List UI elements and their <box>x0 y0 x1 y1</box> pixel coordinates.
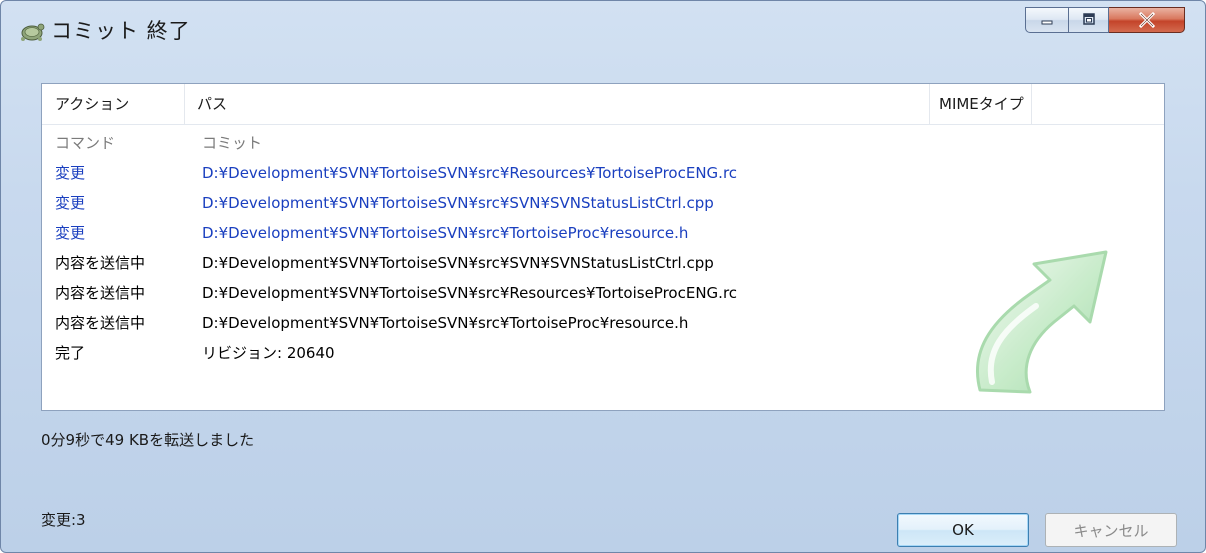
row-action: 内容を送信中 <box>55 314 146 332</box>
commit-arrow-icon <box>950 182 1125 397</box>
changes-count: 変更:3 <box>41 511 86 529</box>
column-header-action[interactable]: アクション <box>42 84 185 124</box>
row-path: コミット <box>202 134 263 152</box>
column-header-mime-type[interactable]: MIMEタイプ <box>930 84 1032 124</box>
row-action: 変更 <box>55 194 86 212</box>
caption-buttons <box>1025 7 1185 39</box>
row-path: リビジョン: 20640 <box>202 344 335 362</box>
maximize-button[interactable] <box>1069 7 1109 33</box>
list-row[interactable]: コマンド コミット <box>42 128 1164 158</box>
minimize-button[interactable] <box>1025 7 1069 33</box>
close-icon <box>1138 12 1156 28</box>
commit-results-list[interactable]: アクション パス MIMEタイプ コマンド コミット 変更 D:¥Develop… <box>41 83 1165 411</box>
row-path: D:¥Development¥SVN¥TortoiseSVN¥src¥Torto… <box>202 314 689 332</box>
row-path: D:¥Development¥SVN¥TortoiseSVN¥src¥Resou… <box>202 164 738 182</box>
ok-button[interactable]: OK <box>897 513 1029 547</box>
cancel-button[interactable]: キャンセル <box>1045 513 1177 547</box>
transfer-summary: 0分9秒で49 KBを転送しました <box>41 431 255 449</box>
row-path: D:¥Development¥SVN¥TortoiseSVN¥src¥SVN¥S… <box>202 194 714 212</box>
row-action: 変更 <box>55 224 86 242</box>
row-action: 内容を送信中 <box>55 284 146 302</box>
list-header: アクション パス MIMEタイプ <box>42 84 1164 125</box>
row-path: D:¥Development¥SVN¥TortoiseSVN¥src¥Resou… <box>202 284 738 302</box>
title-bar[interactable]: コミット 終了 <box>1 1 1205 61</box>
commit-finished-dialog: コミット 終了 アクション パス MIMEタイプ コマンド コミット 変更 D:… <box>0 0 1206 553</box>
row-action: 完了 <box>55 344 86 362</box>
window-title: コミット 終了 <box>51 19 191 43</box>
row-action: コマンド <box>55 134 116 152</box>
row-path: D:¥Development¥SVN¥TortoiseSVN¥src¥Torto… <box>202 224 689 242</box>
row-action: 内容を送信中 <box>55 254 146 272</box>
close-button[interactable] <box>1109 7 1185 33</box>
tortoise-icon <box>19 19 45 43</box>
row-action: 変更 <box>55 164 86 182</box>
column-header-path[interactable]: パス <box>185 84 930 124</box>
maximize-icon <box>1082 11 1096 30</box>
row-path: D:¥Development¥SVN¥TortoiseSVN¥src¥SVN¥S… <box>202 254 714 272</box>
minimize-icon <box>1040 11 1054 30</box>
